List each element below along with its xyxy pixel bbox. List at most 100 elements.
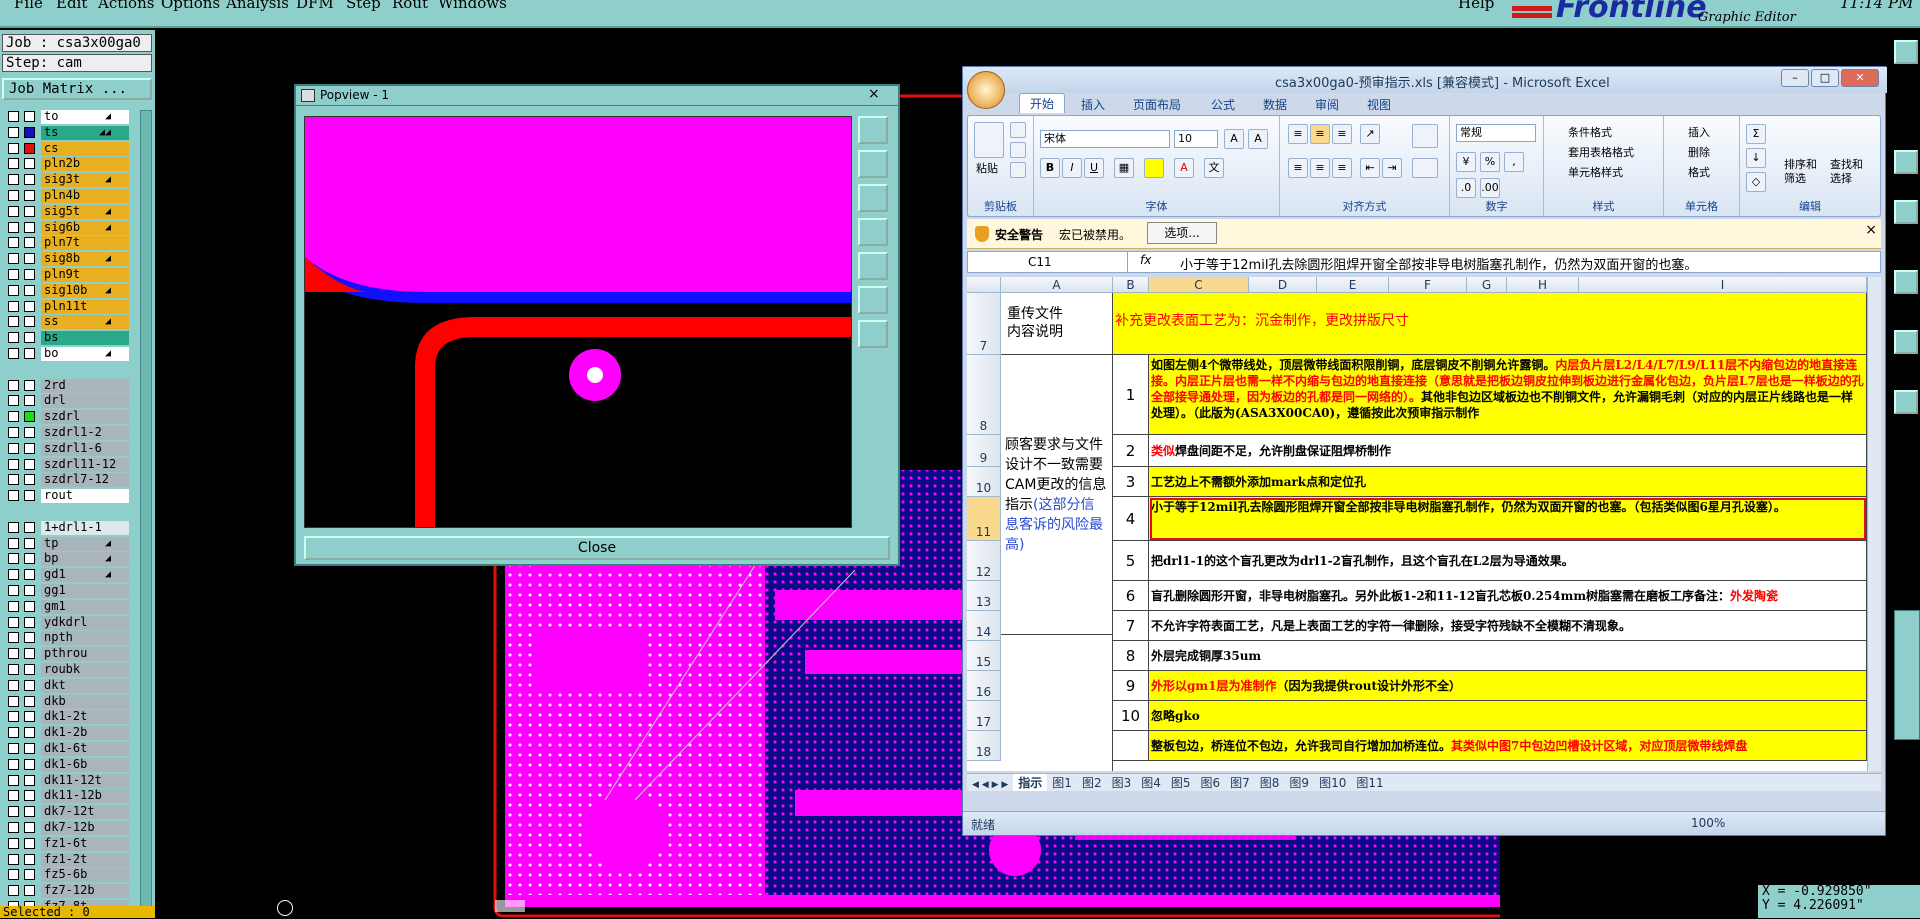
cell-styles-button[interactable]: 单元格样式: [1568, 164, 1623, 180]
layer-checkbox[interactable]: [24, 648, 35, 660]
popview-titlebar[interactable]: Popview - 1 ×: [296, 86, 898, 106]
menu-actions[interactable]: Actions: [98, 0, 154, 12]
layer-checkbox[interactable]: [24, 458, 35, 470]
tool-icon[interactable]: [1894, 200, 1918, 224]
font-name-select[interactable]: 宋体: [1040, 130, 1170, 148]
layer-checkbox[interactable]: [24, 126, 35, 138]
menu-rout[interactable]: Rout: [392, 0, 428, 12]
layer-row[interactable]: dk1-6b: [4, 757, 144, 772]
shrink-font-icon[interactable]: A: [1248, 129, 1268, 149]
layer-row[interactable]: fz1-6t: [4, 836, 144, 851]
maximize-icon[interactable]: □: [1811, 69, 1839, 87]
layer-name[interactable]: sig8b ◢: [41, 252, 129, 267]
layer-checkbox[interactable]: [24, 442, 35, 454]
pan-left-icon[interactable]: [858, 218, 888, 246]
layer-checkbox[interactable]: [8, 837, 19, 849]
layer-row[interactable]: sig5t ◢: [4, 204, 144, 219]
layer-checkbox[interactable]: [24, 174, 35, 186]
comma-icon[interactable]: ,: [1504, 152, 1524, 172]
item-text[interactable]: 忽略gko: [1149, 701, 1867, 731]
row-header[interactable]: 16: [967, 671, 1001, 701]
cell-a-merged[interactable]: 顾客要求与文件设计不一致需要CAM更改的信息指示(这部分信息客诉的风险最高): [1001, 355, 1113, 635]
fill-color-icon[interactable]: [1144, 158, 1164, 178]
row-header[interactable]: 13: [967, 581, 1001, 611]
pan-right-icon[interactable]: [858, 252, 888, 280]
layer-name[interactable]: dk11-12t: [41, 773, 129, 788]
layer-name[interactable]: ss ◢: [41, 315, 129, 330]
sheet-tab[interactable]: 图6: [1196, 774, 1226, 791]
layer-row[interactable]: fz5-6b: [4, 868, 144, 883]
layer-row[interactable]: fz1-2t: [4, 852, 144, 867]
layer-row[interactable]: dk1-2b: [4, 726, 144, 741]
outdent-icon[interactable]: ⇥: [1382, 158, 1402, 178]
format-as-table-button[interactable]: 套用表格格式: [1568, 144, 1634, 160]
layer-checkbox[interactable]: [24, 316, 35, 328]
menu-analysis[interactable]: Analysis: [226, 0, 289, 12]
layer-name[interactable]: to ◢: [41, 110, 129, 124]
spreadsheet-grid[interactable]: A B C D E F G H I 7 重传文件 内容说明 补充更改表面工艺为：沉金…: [967, 277, 1867, 771]
layer-checkbox[interactable]: [8, 158, 19, 170]
item-text[interactable]: 外形以gm1层为准制作（因为我提供rout设计外形不全）: [1149, 671, 1867, 701]
layer-name[interactable]: dk1-6b: [41, 757, 129, 772]
copy-icon[interactable]: [1010, 142, 1026, 158]
layer-checkbox[interactable]: [24, 332, 35, 344]
layer-checkbox[interactable]: [24, 395, 35, 407]
zoom-out-icon[interactable]: [858, 184, 888, 212]
align-top-icon[interactable]: ≡: [1288, 124, 1308, 144]
find-select-button[interactable]: 查找和 选择: [1830, 158, 1863, 186]
align-middle-icon[interactable]: ≡: [1310, 124, 1330, 144]
layer-name[interactable]: fz1-2t: [41, 852, 129, 867]
layer-name[interactable]: rout: [41, 489, 129, 504]
item-number[interactable]: 7: [1113, 611, 1149, 641]
item-text[interactable]: 工艺边上不需额外添加mark点和定位孔: [1149, 467, 1867, 497]
layer-row[interactable]: bo ◢: [4, 347, 144, 361]
layer-name[interactable]: fz1-6t: [41, 836, 129, 851]
tab-view[interactable]: 视图: [1367, 96, 1391, 113]
layer-row[interactable]: szdrl7-12: [4, 473, 144, 488]
layer-row[interactable]: npth: [4, 631, 144, 646]
sheet-tab[interactable]: 指示: [1013, 774, 1048, 791]
layer-row[interactable]: pln2b: [4, 157, 144, 172]
tool-icon[interactable]: [1894, 270, 1918, 294]
orientation-icon[interactable]: ↗: [1360, 124, 1380, 144]
layer-row[interactable]: ss ◢: [4, 315, 144, 330]
font-size-select[interactable]: 10: [1174, 130, 1218, 148]
align-left-icon[interactable]: ≡: [1288, 158, 1308, 178]
layer-checkbox[interactable]: [8, 126, 19, 138]
layer-row[interactable]: bs: [4, 331, 144, 346]
layer-name[interactable]: cs: [41, 141, 129, 156]
options-button[interactable]: 选项...: [1147, 222, 1217, 244]
layer-name[interactable]: pln4b: [41, 189, 129, 203]
name-box[interactable]: C11: [968, 252, 1128, 272]
layer-row[interactable]: dk7-12b: [4, 821, 144, 835]
layer-checkbox[interactable]: [8, 253, 19, 265]
menu-step[interactable]: Step: [346, 0, 381, 12]
layer-name[interactable]: bs: [41, 331, 129, 346]
layer-checkbox[interactable]: [24, 237, 35, 249]
layer-name[interactable]: fz5-6b: [41, 868, 129, 883]
layer-name[interactable]: dk7-12t: [41, 805, 129, 820]
layer-name[interactable]: npth: [41, 631, 129, 646]
excel-titlebar[interactable]: csa3x00ga0-预审指示.xls [兼容模式] - Microsoft E…: [963, 67, 1887, 93]
sheet-tab[interactable]: 图5: [1166, 774, 1196, 791]
layer-row[interactable]: [4, 363, 144, 377]
tool-icon[interactable]: [1894, 150, 1918, 174]
layer-row[interactable]: sig8b ◢: [4, 252, 144, 267]
menu-help[interactable]: Help: [1458, 0, 1494, 12]
layer-name[interactable]: gg1: [41, 584, 129, 598]
layer-name[interactable]: szdrl: [41, 410, 129, 425]
layer-checkbox[interactable]: [24, 427, 35, 438]
zoom-icon[interactable]: [858, 116, 888, 144]
layer-row[interactable]: dk11-12b: [4, 789, 144, 804]
percent-icon[interactable]: %: [1480, 152, 1500, 172]
align-bottom-icon[interactable]: ≡: [1332, 124, 1352, 144]
layer-checkbox[interactable]: [8, 205, 19, 217]
layer-checkbox[interactable]: [8, 553, 19, 565]
layer-row[interactable]: pln7t: [4, 236, 144, 251]
layer-checkbox[interactable]: [24, 269, 35, 280]
decrease-decimal-icon[interactable]: .00: [1480, 178, 1500, 198]
layer-checkbox[interactable]: [8, 190, 19, 201]
cell-a7[interactable]: 重传文件 内容说明: [1001, 293, 1113, 355]
item-number[interactable]: 1: [1113, 355, 1149, 435]
layer-name[interactable]: sig10b ◢: [41, 283, 129, 298]
